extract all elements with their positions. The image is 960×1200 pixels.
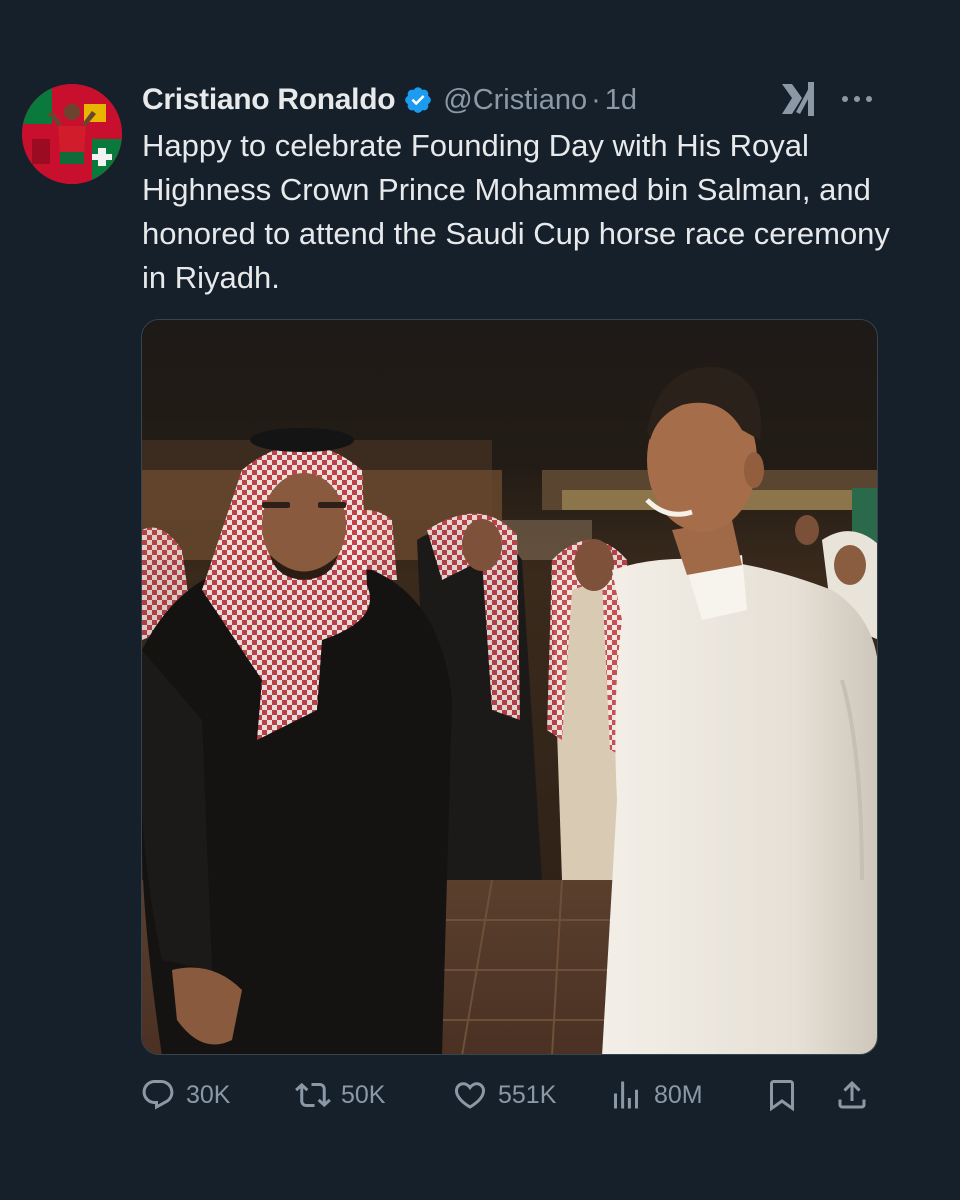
share-button[interactable] <box>834 1072 870 1118</box>
author-handle[interactable]: @Cristiano <box>443 84 587 117</box>
share-icon <box>838 1080 866 1109</box>
more-icon[interactable] <box>838 88 876 110</box>
tweet-actions: 30K 50K 551K 80M <box>140 1072 880 1118</box>
views-button[interactable]: 80M <box>608 1072 703 1118</box>
tweet-header: Cristiano Ronaldo @Cristiano · 1d <box>142 78 637 122</box>
reply-button[interactable]: 30K <box>140 1072 230 1118</box>
tweet-photo[interactable] <box>141 319 878 1055</box>
verified-badge-icon <box>403 85 433 115</box>
tweet-text: Happy to celebrate Founding Day with His… <box>142 128 890 295</box>
author-avatar[interactable] <box>22 84 122 184</box>
bookmark-button[interactable] <box>764 1072 800 1118</box>
reply-icon <box>142 1080 174 1110</box>
retweet-icon <box>295 1082 331 1108</box>
separator-dot: · <box>591 83 601 116</box>
retweet-button[interactable]: 50K <box>295 1072 385 1118</box>
reply-count: 30K <box>186 1080 231 1109</box>
like-icon <box>454 1082 486 1109</box>
retweet-count: 50K <box>341 1080 386 1109</box>
photo-image <box>142 320 877 1054</box>
views-count: 80M <box>654 1080 703 1109</box>
like-button[interactable]: 551K <box>452 1072 556 1118</box>
tweet-card[interactable]: Cristiano Ronaldo @Cristiano · 1d Happy … <box>0 0 960 1200</box>
like-count: 551K <box>498 1080 557 1109</box>
author-display-name[interactable]: Cristiano Ronaldo <box>142 83 396 117</box>
grok-icon[interactable] <box>778 78 822 120</box>
views-icon <box>614 1081 638 1109</box>
tweet-timestamp[interactable]: 1d <box>605 84 637 117</box>
bookmark-icon <box>770 1080 794 1112</box>
